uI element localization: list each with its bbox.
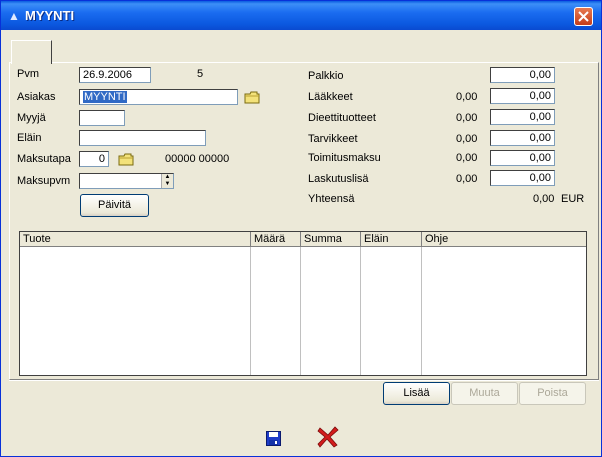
maksutapa-label: Maksutapa — [17, 153, 71, 165]
pvm-field[interactable]: 26.9.2006 — [79, 67, 151, 83]
tarvikkeet-field[interactable]: 0,00 — [490, 130, 555, 146]
asiakas-field[interactable]: MYYNTI — [79, 89, 238, 105]
close-icon — [578, 11, 589, 22]
close-button[interactable] — [574, 7, 593, 26]
title-bar[interactable]: ▲ MYYNTI — [1, 1, 601, 30]
palkkio-field[interactable]: 0,00 — [490, 67, 555, 83]
asiakas-label: Asiakas — [17, 91, 56, 103]
divider — [9, 380, 599, 381]
column-divider — [421, 247, 422, 375]
myyja-label: Myyjä — [17, 112, 46, 124]
myynti-window: ▲ MYYNTI Pvm 26.9.2006 5 Asiakas MYYNTI … — [0, 0, 602, 457]
maksutapa-code: 00000 00000 — [165, 153, 230, 165]
pvm-label: Pvm — [17, 68, 39, 80]
laakkeet-base: 0,00 — [456, 91, 478, 103]
laakkeet-label: Lääkkeet — [308, 91, 353, 103]
laakkeet-field[interactable]: 0,00 — [490, 88, 555, 104]
dieetti-label: Dieettituotteet — [308, 112, 376, 124]
tarvikkeet-label: Tarvikkeet — [308, 133, 358, 145]
yhteensa-label: Yhteensä — [308, 193, 355, 205]
window-title: MYYNTI — [25, 8, 75, 23]
tarvikkeet-base: 0,00 — [456, 133, 478, 145]
toimitus-base: 0,00 — [456, 152, 478, 164]
asiakas-folder-icon[interactable] — [244, 91, 260, 104]
elain-label: Eläin — [17, 132, 42, 144]
column-header-summa[interactable]: Summa — [301, 232, 361, 247]
laskutus-field[interactable]: 0,00 — [490, 170, 555, 186]
maksupvm-label: Maksupvm — [17, 175, 71, 187]
column-divider — [250, 247, 251, 375]
laskutus-base: 0,00 — [456, 173, 478, 185]
delete-button[interactable]: Poista — [519, 382, 586, 405]
add-button[interactable]: Lisää — [383, 382, 450, 405]
palkkio-label: Palkkio — [308, 70, 344, 82]
elain-field[interactable] — [79, 130, 206, 146]
maksupvm-field[interactable]: ▲ ▼ — [79, 173, 174, 189]
dieetti-field[interactable]: 0,00 — [490, 109, 555, 125]
spin-down-icon[interactable]: ▼ — [162, 181, 173, 188]
maksutapa-field[interactable]: 0 — [79, 151, 109, 167]
column-divider — [300, 247, 301, 375]
column-header-elain[interactable]: Eläin — [361, 232, 422, 247]
toimitus-label: Toimitusmaksu — [308, 152, 381, 164]
cancel-x-icon[interactable] — [317, 426, 339, 448]
column-divider — [360, 247, 361, 375]
laskutus-label: Laskutuslisä — [308, 173, 369, 185]
maksutapa-folder-icon[interactable] — [118, 153, 134, 166]
column-header-maara[interactable]: Määrä — [251, 232, 301, 247]
tab-main[interactable] — [11, 40, 52, 64]
save-icon[interactable] — [266, 431, 281, 446]
myyja-field[interactable] — [79, 110, 125, 126]
column-header-tuote[interactable]: Tuote — [20, 232, 251, 247]
pvm-count: 5 — [197, 68, 204, 80]
currency-label: EUR — [561, 193, 585, 205]
modify-button[interactable]: Muuta — [451, 382, 518, 405]
update-button[interactable]: Päivitä — [80, 194, 149, 217]
yhteensa-value: 0,00 — [533, 193, 555, 205]
app-icon: ▲ — [8, 9, 20, 23]
spin-up-icon[interactable]: ▲ — [162, 174, 173, 181]
toimitus-field[interactable]: 0,00 — [490, 150, 555, 166]
maksupvm-spinner[interactable]: ▲ ▼ — [161, 174, 173, 188]
dieetti-base: 0,00 — [456, 112, 478, 124]
items-table[interactable]: Tuote Määrä Summa Eläin Ohje — [19, 231, 587, 376]
asiakas-selection: MYYNTI — [83, 91, 127, 103]
column-header-ohje[interactable]: Ohje — [422, 232, 586, 247]
